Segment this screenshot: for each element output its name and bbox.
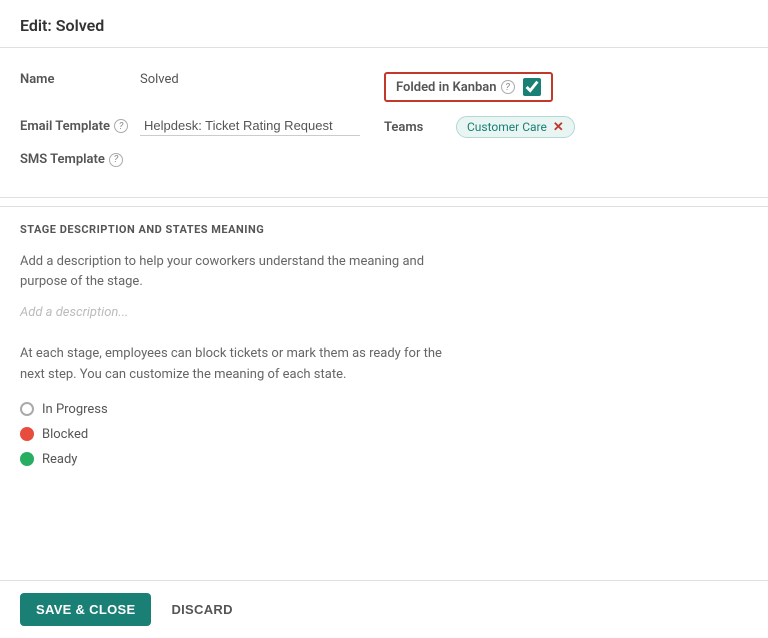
name-label: Name [20, 72, 140, 87]
customer-care-tag-remove-icon[interactable]: ✕ [553, 121, 564, 134]
folded-kanban-label: Folded in Kanban ? [396, 80, 515, 95]
email-template-input[interactable] [140, 116, 360, 136]
sms-template-field-group: SMS Template ? [20, 152, 748, 167]
stage-description-section-title: STAGE DESCRIPTION AND STATES MEANING [0, 206, 768, 244]
form-row-email-template: Email Template ? Teams Customer Care ✕ [20, 116, 748, 138]
email-template-label: Email Template ? [20, 119, 140, 134]
sms-template-label: SMS Template ? [20, 152, 140, 167]
ready-dot [20, 452, 34, 466]
folded-kanban-help-icon[interactable]: ? [501, 80, 515, 94]
folded-kanban-group: Folded in Kanban ? [384, 72, 748, 102]
email-template-help-icon[interactable]: ? [114, 119, 128, 133]
description-area: Add a description to help your coworkers… [0, 244, 768, 493]
state-ready: Ready [20, 452, 748, 467]
states-hint: At each stage, employees can block ticke… [20, 344, 748, 386]
in-progress-label: In Progress [42, 402, 108, 417]
form-row-sms-template: SMS Template ? [20, 152, 748, 167]
in-progress-dot [20, 402, 34, 416]
description-input-placeholder[interactable]: Add a description... [20, 301, 748, 324]
discard-button[interactable]: DISCARD [167, 593, 236, 626]
state-blocked: Blocked [20, 427, 748, 442]
save-close-button[interactable]: SAVE & CLOSE [20, 593, 151, 626]
name-value: Solved [140, 72, 179, 87]
state-in-progress: In Progress [20, 402, 748, 417]
page-title: Edit: Solved [20, 16, 104, 35]
blocked-label: Blocked [42, 427, 88, 442]
customer-care-tag-label: Customer Care [467, 120, 547, 134]
ready-label: Ready [42, 452, 77, 467]
name-field-group: Name Solved [20, 72, 384, 87]
email-template-field-group: Email Template ? [20, 116, 384, 136]
description-hint: Add a description to help your coworkers… [20, 252, 748, 291]
sms-template-help-icon[interactable]: ? [109, 153, 123, 167]
teams-field-group: Teams Customer Care ✕ [384, 116, 748, 138]
form-area: Name Solved Folded in Kanban ? Email Tem… [0, 48, 768, 198]
page-header: Edit: Solved [0, 0, 768, 48]
folded-kanban-checkbox[interactable] [523, 78, 541, 96]
form-row-name: Name Solved Folded in Kanban ? [20, 72, 748, 102]
customer-care-tag: Customer Care ✕ [456, 116, 575, 138]
folded-kanban-box: Folded in Kanban ? [384, 72, 553, 102]
blocked-dot [20, 427, 34, 441]
footer: SAVE & CLOSE DISCARD [0, 580, 768, 638]
teams-label: Teams [384, 120, 444, 135]
